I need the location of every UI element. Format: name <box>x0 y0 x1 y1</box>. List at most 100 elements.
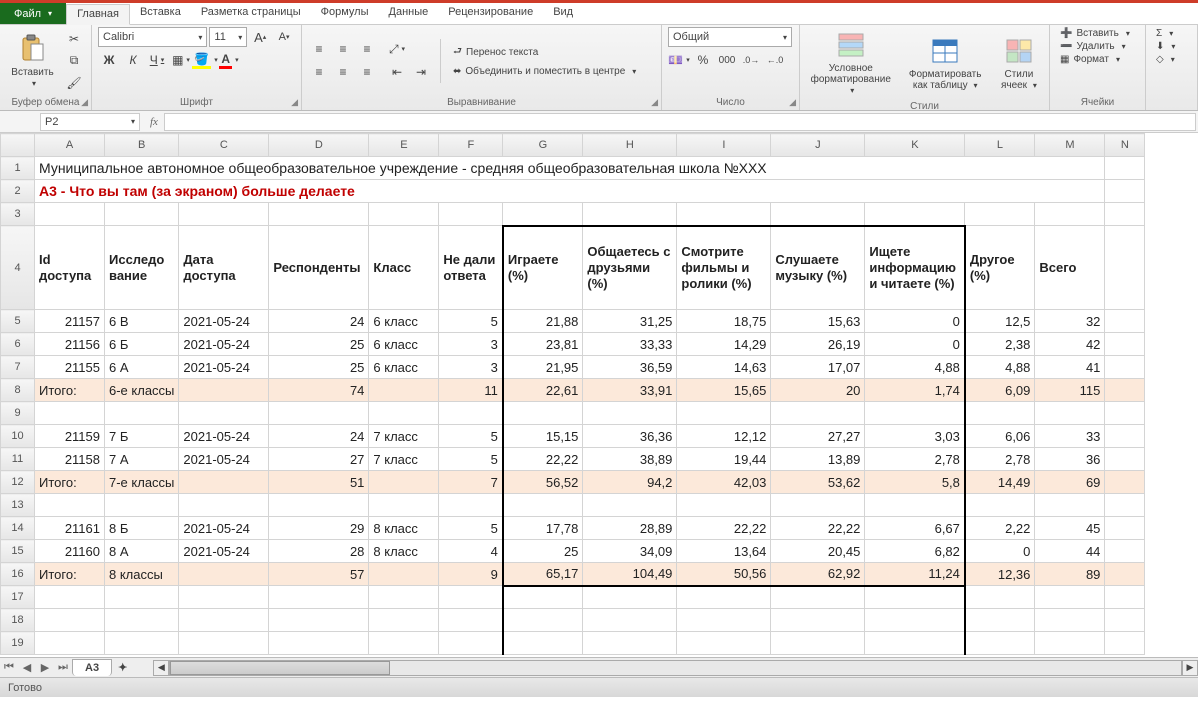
cell[interactable]: Другое (%) <box>965 226 1035 310</box>
hscroll-right[interactable]: ▶ <box>1182 660 1198 676</box>
tab-formulas[interactable]: Формулы <box>311 3 379 24</box>
cell[interactable] <box>677 609 771 632</box>
cell[interactable]: 14,63 <box>677 356 771 379</box>
col-header[interactable]: I <box>677 134 771 157</box>
cell[interactable] <box>439 586 503 609</box>
cell[interactable]: 8 класс <box>369 540 439 563</box>
cell[interactable]: 41 <box>1035 356 1105 379</box>
cell[interactable] <box>677 632 771 655</box>
cell[interactable]: 45 <box>1035 517 1105 540</box>
cell[interactable]: 13,64 <box>677 540 771 563</box>
cell[interactable] <box>269 632 369 655</box>
format-as-table-button[interactable]: Форматировать как таблицу ▾ <box>900 33 991 93</box>
cell[interactable]: Итого: <box>35 471 105 494</box>
cell[interactable] <box>369 609 439 632</box>
cell[interactable]: Не дали ответа <box>439 226 503 310</box>
cell[interactable] <box>771 494 865 517</box>
sheet-nav-prev[interactable]: ◀ <box>18 661 36 674</box>
cell[interactable]: 21,95 <box>503 356 583 379</box>
cell-styles-button[interactable]: Стили ячеек ▾ <box>995 33 1043 93</box>
cell[interactable]: 7 класс <box>369 425 439 448</box>
cell[interactable]: 94,2 <box>583 471 677 494</box>
cell[interactable]: 62,92 <box>771 563 865 586</box>
cell[interactable] <box>369 632 439 655</box>
cell[interactable] <box>1105 226 1145 310</box>
cell[interactable] <box>1105 379 1145 402</box>
cell[interactable] <box>865 632 965 655</box>
cell[interactable] <box>179 632 269 655</box>
cell[interactable]: 53,62 <box>771 471 865 494</box>
row-header[interactable]: 10 <box>1 425 35 448</box>
cell[interactable] <box>369 586 439 609</box>
clear-button[interactable]: ◇▾ <box>1152 53 1179 66</box>
launcher-icon[interactable]: ◢ <box>81 97 88 108</box>
cell[interactable]: 11,24 <box>865 563 965 586</box>
cell[interactable] <box>503 609 583 632</box>
cell[interactable]: Исследо вание <box>105 226 179 310</box>
cell[interactable]: 7 А <box>105 448 179 471</box>
cell[interactable] <box>179 586 269 609</box>
cell[interactable]: 22,22 <box>503 448 583 471</box>
cell[interactable] <box>179 203 269 226</box>
cell[interactable] <box>269 609 369 632</box>
cell[interactable]: 21161 <box>35 517 105 540</box>
cell[interactable]: 2,78 <box>965 448 1035 471</box>
cell[interactable] <box>1035 632 1105 655</box>
cell[interactable] <box>1035 609 1105 632</box>
cell[interactable]: 65,17 <box>503 563 583 586</box>
wrap-text-button[interactable]: ⮐Перенос текста <box>449 43 640 62</box>
cell[interactable] <box>269 402 369 425</box>
cell[interactable] <box>439 203 503 226</box>
cell[interactable] <box>105 586 179 609</box>
cell[interactable]: 2021-05-24 <box>179 310 269 333</box>
cell[interactable]: 27 <box>269 448 369 471</box>
cell[interactable] <box>179 402 269 425</box>
cell[interactable]: Муниципальное автономное общеобразовател… <box>35 157 1105 180</box>
cell[interactable] <box>1035 586 1105 609</box>
align-right-button[interactable]: ≡ <box>356 62 378 82</box>
cell[interactable]: Ищете информацию и читаете (%) <box>865 226 965 310</box>
cell[interactable]: 2021-05-24 <box>179 356 269 379</box>
cell[interactable] <box>865 586 965 609</box>
grow-font-button[interactable]: A▴ <box>249 27 271 47</box>
row-header[interactable]: 6 <box>1 333 35 356</box>
cell[interactable]: 36,36 <box>583 425 677 448</box>
cell[interactable] <box>105 203 179 226</box>
sheet-tab-active[interactable]: A3 <box>72 659 112 676</box>
cell[interactable] <box>179 494 269 517</box>
hscroll-left[interactable]: ◀ <box>153 660 169 676</box>
cell[interactable]: 8 А <box>105 540 179 563</box>
cell[interactable]: 18,75 <box>677 310 771 333</box>
tab-home[interactable]: Главная <box>66 4 130 25</box>
cell[interactable] <box>1105 157 1145 180</box>
cell[interactable]: Общаетесь с друзьями (%) <box>583 226 677 310</box>
cell[interactable]: 89 <box>1035 563 1105 586</box>
cell[interactable]: Класс <box>369 226 439 310</box>
sheet-nav-last[interactable]: ⏭ <box>54 661 72 674</box>
cell[interactable]: 5,8 <box>865 471 965 494</box>
col-header[interactable]: G <box>503 134 583 157</box>
cell[interactable]: 2021-05-24 <box>179 540 269 563</box>
formula-input[interactable] <box>164 113 1196 131</box>
cell[interactable] <box>677 586 771 609</box>
cell[interactable] <box>105 494 179 517</box>
cell[interactable]: 25 <box>269 356 369 379</box>
cell[interactable] <box>105 632 179 655</box>
cell[interactable] <box>771 402 865 425</box>
italic-button[interactable]: К <box>122 50 144 70</box>
cell[interactable]: Итого: <box>35 379 105 402</box>
cell[interactable] <box>35 632 105 655</box>
cell[interactable] <box>439 632 503 655</box>
align-top-button[interactable]: ≡ <box>308 39 330 59</box>
cell[interactable]: 21159 <box>35 425 105 448</box>
row-header[interactable]: 3 <box>1 203 35 226</box>
cell[interactable]: 23,81 <box>503 333 583 356</box>
sheet-nav-first[interactable]: ⏮ <box>0 661 18 674</box>
col-header[interactable]: N <box>1105 134 1145 157</box>
cell[interactable] <box>35 203 105 226</box>
cell[interactable]: 6 Б <box>105 333 179 356</box>
cell[interactable]: 21160 <box>35 540 105 563</box>
col-header[interactable]: B <box>105 134 179 157</box>
cell[interactable]: 6,82 <box>865 540 965 563</box>
cell[interactable]: 2,78 <box>865 448 965 471</box>
